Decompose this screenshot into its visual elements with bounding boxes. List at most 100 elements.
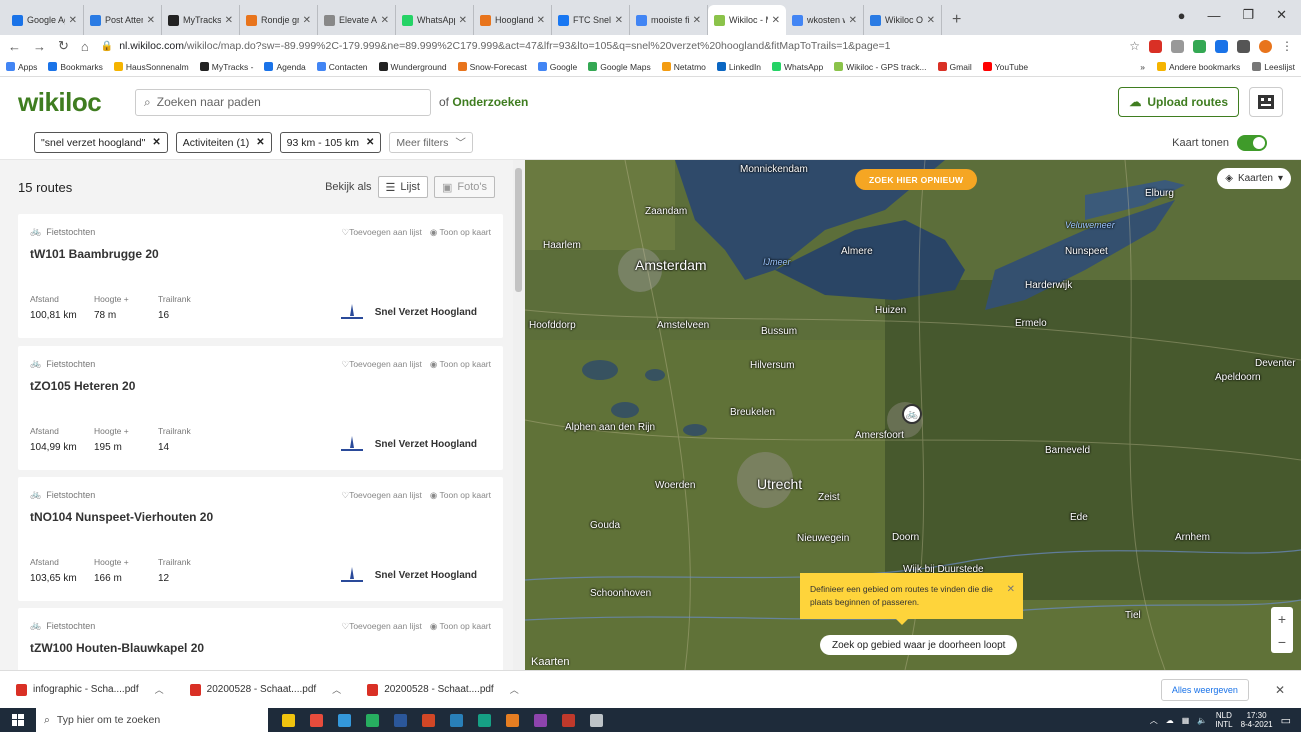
more-bookmarks-icon[interactable]: » (1140, 62, 1145, 72)
browser-tab[interactable]: MyTracks - m ✕ (162, 5, 240, 35)
tab-close-icon[interactable]: ✕ (693, 15, 701, 26)
other-bookmarks-folder[interactable]: Andere bookmarks (1156, 62, 1240, 72)
chevron-up-icon[interactable]: ︿ (155, 683, 164, 696)
taskbar-app-icon[interactable] (562, 713, 575, 727)
redo-search-button[interactable]: ZOEK HIER OPNIEUW (855, 169, 978, 190)
close-downloads-icon[interactable]: ✕ (1275, 683, 1285, 697)
upload-routes-button[interactable]: ☁ Upload routes (1118, 87, 1239, 117)
show-map-toggle[interactable]: Kaart tonen (1172, 134, 1267, 151)
remove-filter-icon[interactable]: ✕ (256, 137, 264, 148)
taskbar-app-icon[interactable] (282, 713, 295, 727)
area-search-button[interactable]: Zoek op gebied waar je doorheen loopt (820, 635, 1018, 655)
browser-tab[interactable]: Google Agen ✕ (6, 5, 84, 35)
scroll-thumb[interactable] (515, 168, 522, 292)
view-photos-button[interactable]: ▣ Foto's (433, 176, 495, 198)
map-view[interactable]: Monnickendam Zaandam Haarlem Amsterdam IJmee… (525, 160, 1301, 670)
show-on-map-button[interactable]: ◉ Toon op kaart (430, 490, 491, 501)
network-icon[interactable]: ▦ (1182, 716, 1190, 725)
adblock-icon[interactable] (1149, 39, 1162, 53)
profile-icon[interactable]: ● (1178, 8, 1186, 23)
route-title[interactable]: tW101 Baambrugge 20 (30, 247, 159, 261)
back-icon[interactable]: ← (8, 39, 21, 54)
add-to-list-button[interactable]: ♡Toevoegen aan lijst (341, 359, 421, 370)
show-on-map-button[interactable]: ◉ Toon op kaart (430, 227, 491, 238)
chevron-up-icon[interactable]: ︿ (510, 683, 519, 696)
bookmark-item[interactable]: WhatsApp (772, 62, 823, 72)
taskbar-app-icon[interactable] (590, 713, 603, 727)
bookmark-item[interactable]: Contacten (316, 62, 368, 72)
bookmark-item[interactable]: Wunderground (378, 62, 447, 72)
view-list-button[interactable]: ☰ Lijst (377, 176, 428, 198)
home-icon[interactable]: ⌂ (81, 39, 89, 54)
bookmark-item[interactable]: HausSonnenalm (113, 62, 189, 72)
remove-filter-icon[interactable]: ✕ (152, 137, 160, 148)
new-tab-icon[interactable]: + (942, 11, 971, 35)
tab-close-icon[interactable]: ✕ (303, 15, 311, 26)
taskbar-app-icon[interactable] (534, 713, 547, 727)
browser-tab[interactable]: Elevate App ✕ (318, 5, 396, 35)
tab-close-icon[interactable]: ✕ (69, 15, 77, 26)
browser-tab[interactable]: Rondje graven ✕ (240, 5, 318, 35)
taskbar-app-icon[interactable] (506, 713, 519, 727)
browser-tab[interactable]: FTC Snel Verz ✕ (552, 5, 630, 35)
user-avatar[interactable] (1249, 87, 1283, 117)
show-on-map-button[interactable]: ◉ Toon op kaart (430, 359, 491, 370)
browser-tab[interactable]: Hoogland, Ut ✕ (474, 5, 552, 35)
extension-icon[interactable] (1171, 39, 1184, 53)
filter-chip-activities[interactable]: Activiteiten (1) ✕ (175, 132, 272, 153)
check-extension-icon[interactable] (1193, 39, 1206, 53)
taskbar-app-icon[interactable] (450, 713, 463, 727)
bookmark-item[interactable]: Snow-Forecast (457, 62, 527, 72)
route-title[interactable]: tNO104 Nunspeet-Vierhouten 20 (30, 510, 213, 524)
wikiloc-logo[interactable]: wikiloc (18, 87, 135, 118)
start-button[interactable] (0, 714, 36, 726)
forward-icon[interactable]: → (33, 39, 46, 54)
tab-close-icon[interactable]: ✕ (772, 15, 780, 26)
filter-chip-distance[interactable]: 93 km - 105 km ✕ (279, 132, 382, 153)
show-all-downloads-button[interactable]: Alles weergeven (1160, 678, 1249, 701)
add-to-list-button[interactable]: ♡Toevoegen aan lijst (341, 621, 421, 632)
add-to-list-button[interactable]: ♡Toevoegen aan lijst (341, 490, 421, 501)
filter-chip-query[interactable]: "snel verzet hoogland" ✕ (34, 132, 168, 153)
tab-close-icon[interactable]: ✕ (381, 15, 389, 26)
bookmark-item[interactable]: Wikiloc - GPS track... (834, 62, 927, 72)
list-scrollbar[interactable] (513, 160, 525, 670)
bookmark-item[interactable]: MyTracks - (199, 62, 253, 72)
trail-search-input[interactable]: ⌕ Zoeken naar paden (135, 88, 431, 116)
zoom-in-icon[interactable]: + (1278, 611, 1286, 627)
bookmark-item[interactable]: Gmail (937, 62, 972, 72)
route-card[interactable]: 🚲 Fietstochten ♡Toevoegen aan lijst ◉ Toon … (18, 214, 503, 338)
more-filters-dropdown[interactable]: Meer filters ﹀ (389, 132, 473, 153)
remove-filter-icon[interactable]: ✕ (366, 137, 374, 148)
download-item[interactable]: 20200528 - Schaat....pdf ︿ (367, 683, 519, 696)
browser-tab[interactable]: WhatsApp ✕ (396, 5, 474, 35)
bookmark-item[interactable]: LinkedIn (716, 62, 761, 72)
browser-tab[interactable]: wkosten wikil ✕ (786, 5, 864, 35)
route-card[interactable]: 🚲 Fietstochten ♡Toevoegen aan lijst ◉ Toon … (18, 608, 503, 670)
bookmark-item[interactable]: Google Maps (588, 62, 651, 72)
menu-icon[interactable]: ⋮ (1281, 39, 1293, 53)
taskbar-app-icon[interactable] (394, 713, 407, 727)
bookmark-item[interactable]: Google (537, 62, 577, 72)
tooltip-close-icon[interactable]: ✕ (1007, 583, 1015, 596)
taskbar-app-icon[interactable] (478, 713, 491, 727)
puzzle-icon[interactable] (1237, 39, 1250, 53)
avatar-icon[interactable] (1259, 39, 1272, 53)
tab-close-icon[interactable]: ✕ (849, 15, 857, 26)
route-title[interactable]: tZO105 Heteren 20 (30, 379, 135, 393)
route-card[interactable]: 🚲 Fietstochten ♡Toevoegen aan lijst ◉ Toon … (18, 477, 503, 601)
download-item[interactable]: infographic - Scha....pdf ︿ (16, 683, 164, 696)
tab-close-icon[interactable]: ✕ (225, 15, 233, 26)
zoom-out-icon[interactable]: − (1278, 634, 1286, 650)
route-author[interactable]: Snel Verzet Hoogland (339, 302, 477, 322)
route-author[interactable]: Snel Verzet Hoogland (339, 434, 477, 454)
browser-tab[interactable]: Wikiloc Outdo ✕ (864, 5, 942, 35)
clock[interactable]: 17:30 8-4-2021 (1241, 711, 1273, 729)
route-title[interactable]: tZW100 Houten-Blauwkapel 20 (30, 641, 204, 655)
route-card[interactable]: 🚲 Fietstochten ♡Toevoegen aan lijst ◉ Toon … (18, 346, 503, 470)
maximize-icon[interactable]: ❐ (1242, 7, 1254, 23)
tray-chevron-icon[interactable]: ︿ (1150, 715, 1158, 726)
toggle-switch[interactable] (1237, 134, 1267, 151)
close-window-icon[interactable]: ✕ (1276, 7, 1287, 23)
bookmark-item[interactable]: YouTube (982, 62, 1028, 72)
